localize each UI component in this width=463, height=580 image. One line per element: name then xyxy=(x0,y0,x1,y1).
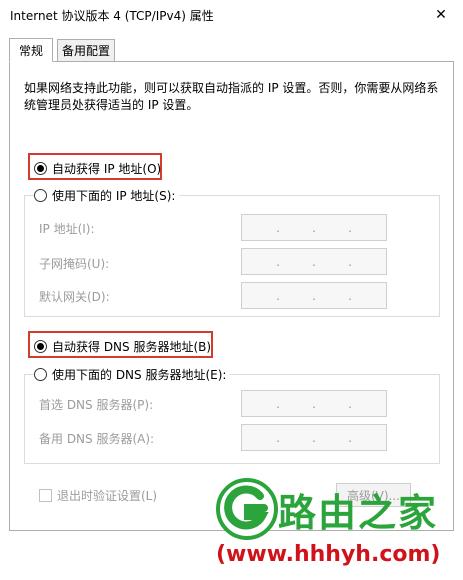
radio-auto-dns-label: 自动获得 DNS 服务器地址(B) xyxy=(52,340,212,354)
alternate-dns-input[interactable]: . . . xyxy=(241,424,387,451)
alternate-dns-label: 备用 DNS 服务器(A): xyxy=(39,432,155,446)
radio-manual-ip-indicator xyxy=(34,189,47,202)
ip-dot: . xyxy=(348,396,352,411)
description-text: 如果网络支持此功能，则可以获取自动指派的 IP 设置。否则，你需要从网络系统管理… xyxy=(24,81,439,112)
radio-manual-ip[interactable]: 使用下面的 IP 地址(S): xyxy=(34,187,180,204)
watermark-brand: 路由之家 xyxy=(278,491,439,535)
default-gateway-label: 默认网关(D): xyxy=(39,290,110,304)
ip-address-input[interactable]: . . . xyxy=(241,214,387,241)
subnet-mask-input[interactable]: . . . xyxy=(241,248,387,275)
ip-dot: . xyxy=(312,288,316,303)
radio-auto-dns-indicator xyxy=(34,340,47,353)
ip-dot: . xyxy=(276,288,280,303)
radio-manual-dns-indicator xyxy=(34,368,47,381)
close-icon: ✕ xyxy=(435,7,447,23)
ip-dot: . xyxy=(276,396,280,411)
ip-dot: . xyxy=(348,430,352,445)
ip-dot: . xyxy=(312,430,316,445)
tab-general-label: 常规 xyxy=(18,43,43,58)
ip-dot: . xyxy=(276,254,280,269)
tab-alternate-config-label: 备用配置 xyxy=(61,44,110,58)
close-button[interactable]: ✕ xyxy=(419,0,463,30)
preferred-dns-input[interactable]: . . . xyxy=(241,390,387,417)
ip-dot: . xyxy=(276,220,280,235)
watermark-logo-icon xyxy=(216,478,278,540)
radio-auto-ip-label: 自动获得 IP 地址(O) xyxy=(52,162,162,176)
subnet-mask-label: 子网掩码(U): xyxy=(39,257,110,271)
radio-manual-dns[interactable]: 使用下面的 DNS 服务器地址(E): xyxy=(34,366,231,383)
radio-auto-ip[interactable]: 自动获得 IP 地址(O) xyxy=(34,160,161,177)
validate-on-exit-label: 退出时验证设置(L) xyxy=(57,489,158,503)
ip-dot: . xyxy=(348,288,352,303)
ip-dot: . xyxy=(276,430,280,445)
radio-manual-ip-label: 使用下面的 IP 地址(S): xyxy=(52,189,176,203)
title-bar: Internet 协议版本 4 (TCP/IPv4) 属性 ✕ xyxy=(0,0,463,30)
ip-dot: . xyxy=(312,254,316,269)
tab-alternate-config[interactable]: 备用配置 xyxy=(57,39,115,62)
ip-dot: . xyxy=(312,220,316,235)
ip-dot: . xyxy=(312,396,316,411)
watermark-url: (www.hhhyh.com) xyxy=(216,542,441,567)
window-title: Internet 协议版本 4 (TCP/IPv4) 属性 xyxy=(10,9,214,23)
validate-on-exit-checkbox[interactable]: 退出时验证设置(L) xyxy=(39,487,157,504)
radio-auto-ip-indicator xyxy=(34,162,47,175)
checkbox-indicator xyxy=(39,489,52,502)
ip-dot: . xyxy=(348,254,352,269)
ip-address-label: IP 地址(I): xyxy=(39,222,95,236)
radio-auto-dns[interactable]: 自动获得 DNS 服务器地址(B) xyxy=(34,338,211,355)
preferred-dns-label: 首选 DNS 服务器(P): xyxy=(39,398,154,412)
watermark: 路由之家 (www.hhhyh.com) xyxy=(214,476,463,580)
default-gateway-input[interactable]: . . . xyxy=(241,282,387,309)
ip-dot: . xyxy=(348,220,352,235)
tab-general[interactable]: 常规 xyxy=(9,38,53,62)
radio-manual-dns-label: 使用下面的 DNS 服务器地址(E): xyxy=(52,368,227,382)
